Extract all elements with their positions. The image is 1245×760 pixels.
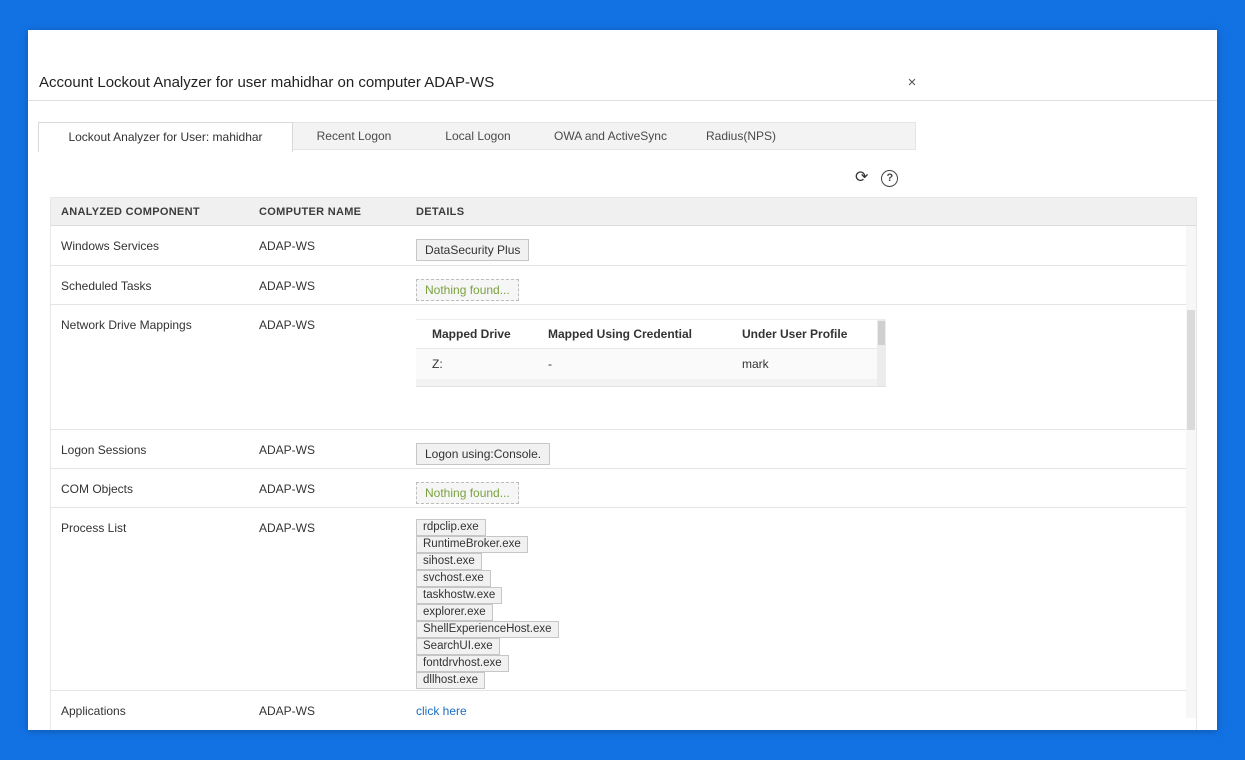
process-item: rdpclip.exe	[416, 519, 486, 536]
table-row-applications: Applications ADAP-WS click here	[51, 691, 1196, 730]
process-item: dllhost.exe	[416, 672, 485, 689]
component-name: Windows Services	[61, 226, 259, 265]
process-item: SearchUI.exe	[416, 638, 500, 655]
component-name: Process List	[61, 508, 259, 690]
title-bar: Account Lockout Analyzer for user mahidh…	[28, 30, 1217, 101]
under-user-profile-value: mark	[742, 349, 886, 379]
mapped-drive-value: Z:	[432, 349, 548, 379]
refresh-icon[interactable]: ⟳	[855, 169, 868, 187]
mapped-drive-row: Z: - mark	[416, 349, 886, 379]
help-icon[interactable]: ?	[881, 170, 898, 187]
table-scrollbar[interactable]	[1186, 226, 1196, 718]
process-item: sihost.exe	[416, 553, 482, 570]
process-item: ShellExperienceHost.exe	[416, 621, 559, 638]
header-analyzed-component: ANALYZED COMPONENT	[61, 206, 259, 218]
header-details: DETAILS	[416, 206, 1196, 218]
table-row-windows-services: Windows Services ADAP-WS DataSecurity Pl…	[51, 226, 1196, 266]
header-mapped-using-credential: Mapped Using Credential	[548, 320, 742, 349]
tab-owa-activesync[interactable]: OWA and ActiveSync	[540, 123, 681, 149]
table-row-scheduled-tasks: Scheduled Tasks ADAP-WS Nothing found...	[51, 266, 1196, 305]
toolbar: ⟳ ?	[855, 169, 898, 187]
mapped-using-credential-value: -	[548, 349, 742, 379]
tab-bar: Lockout Analyzer for User: mahidhar Rece…	[38, 122, 916, 150]
nothing-found-badge: Nothing found...	[416, 279, 519, 301]
detail-badge: DataSecurity Plus	[416, 239, 529, 261]
nothing-found-badge: Nothing found...	[416, 482, 519, 504]
table-row-com-objects: COM Objects ADAP-WS Nothing found...	[51, 469, 1196, 508]
process-item: fontdrvhost.exe	[416, 655, 509, 672]
component-name: Logon Sessions	[61, 430, 259, 468]
nested-scrollbar-thumb[interactable]	[878, 321, 885, 345]
process-item: svchost.exe	[416, 570, 491, 587]
mapped-drives-table: Mapped Drive Mapped Using Credential Und…	[416, 319, 886, 387]
tab-local-logon[interactable]: Local Logon	[416, 123, 540, 149]
header-mapped-drive: Mapped Drive	[432, 320, 548, 349]
tab-lockout-analyzer[interactable]: Lockout Analyzer for User: mahidhar	[38, 122, 293, 152]
analysis-table: ANALYZED COMPONENT COMPUTER NAME DETAILS…	[50, 197, 1197, 730]
mapped-drives-header-row: Mapped Drive Mapped Using Credential Und…	[416, 320, 886, 349]
tab-radius-nps[interactable]: Radius(NPS)	[681, 123, 801, 149]
computer-name: ADAP-WS	[259, 305, 416, 429]
table-scrollbar-thumb[interactable]	[1187, 310, 1195, 430]
table-row-network-drive-mappings: Network Drive Mappings ADAP-WS Mapped Dr…	[51, 305, 1196, 430]
computer-name: ADAP-WS	[259, 430, 416, 468]
nested-table-scrollbar[interactable]	[877, 320, 886, 386]
component-name: Applications	[61, 691, 259, 730]
computer-name: ADAP-WS	[259, 266, 416, 304]
tab-recent-logon[interactable]: Recent Logon	[292, 123, 416, 149]
nested-table-scroll-track	[416, 379, 886, 386]
computer-name: ADAP-WS	[259, 469, 416, 507]
header-computer-name: COMPUTER NAME	[259, 206, 416, 218]
table-row-process-list: Process List ADAP-WS rdpclip.exe Runtime…	[51, 508, 1196, 691]
process-item: taskhostw.exe	[416, 587, 502, 604]
component-name: COM Objects	[61, 469, 259, 507]
computer-name: ADAP-WS	[259, 508, 416, 690]
lockout-analyzer-dialog: Account Lockout Analyzer for user mahidh…	[28, 30, 1217, 730]
detail-badge: Logon using:Console.	[416, 443, 550, 465]
computer-name: ADAP-WS	[259, 226, 416, 265]
computer-name: ADAP-WS	[259, 691, 416, 730]
click-here-link[interactable]: click here	[416, 704, 467, 718]
header-under-user-profile: Under User Profile	[742, 320, 886, 349]
process-item: RuntimeBroker.exe	[416, 536, 528, 553]
table-row-logon-sessions: Logon Sessions ADAP-WS Logon using:Conso…	[51, 430, 1196, 469]
component-name: Scheduled Tasks	[61, 266, 259, 304]
table-header-row: ANALYZED COMPONENT COMPUTER NAME DETAILS	[51, 198, 1196, 226]
close-icon[interactable]: ×	[904, 74, 920, 91]
dialog-title: Account Lockout Analyzer for user mahidh…	[39, 74, 494, 91]
process-item: explorer.exe	[416, 604, 493, 621]
component-name: Network Drive Mappings	[61, 305, 259, 429]
